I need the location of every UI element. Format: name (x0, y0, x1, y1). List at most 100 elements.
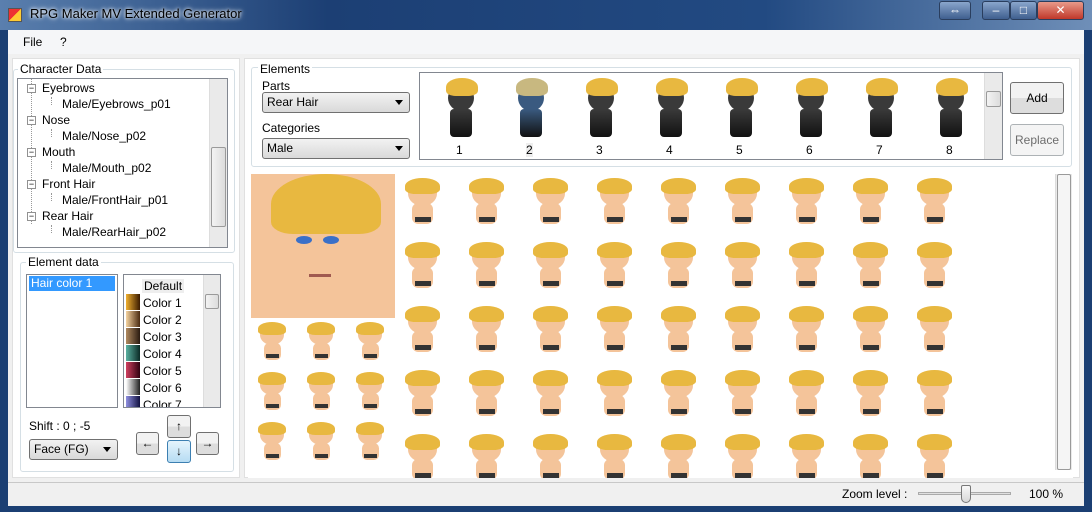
hair-icon (726, 78, 758, 96)
preview-scrollbar[interactable] (1055, 174, 1072, 470)
color-item[interactable]: Color 4 (143, 347, 182, 361)
thumbnail-body[interactable] (520, 109, 542, 137)
chevron-down-icon (395, 100, 403, 105)
thumbnail-body[interactable] (940, 109, 962, 137)
sprite-shorts (414, 345, 431, 350)
element-list[interactable]: Hair color 1 (26, 274, 118, 408)
tree-line (51, 193, 52, 201)
color-item[interactable]: Color 7 (143, 398, 182, 407)
sprite-hair (469, 370, 504, 387)
tree-node-nose[interactable]: Nose (42, 113, 70, 127)
categories-select-value: Male (267, 141, 294, 155)
minimize-button[interactable]: – (982, 1, 1010, 20)
close-button[interactable]: ✕ (1037, 1, 1084, 20)
collapse-icon[interactable]: − (27, 116, 36, 125)
color-item[interactable]: Color 6 (143, 381, 182, 395)
thumbnail-strip[interactable]: 1 2 3 4 5 6 7 8 (419, 72, 1003, 160)
thumbnail-body[interactable] (450, 109, 472, 137)
collapse-icon[interactable]: − (27, 148, 36, 157)
tree-leaf[interactable]: Male/Eyebrows_p01 (62, 97, 171, 111)
thumbnail-label[interactable]: 2 (526, 143, 533, 157)
elements-label: Elements (258, 62, 313, 76)
thumbnail-label[interactable]: 7 (876, 143, 883, 157)
color-swatch (126, 362, 140, 378)
shift-right-button[interactable]: → (196, 432, 219, 455)
sprite-shorts (926, 345, 943, 350)
categories-select[interactable]: Male (262, 138, 410, 159)
collapse-icon[interactable]: − (27, 84, 36, 93)
sprite-shorts (798, 345, 815, 350)
thumbnail-label[interactable]: 4 (666, 143, 673, 157)
color-item[interactable]: Color 5 (143, 364, 182, 378)
shift-down-button[interactable]: ↓ (167, 440, 191, 463)
resize-button[interactable]: ⇔ (939, 1, 971, 20)
sprite-hair (917, 434, 952, 451)
sprite-hair (355, 422, 385, 436)
app-icon (8, 8, 22, 22)
tree-line (51, 161, 52, 169)
sprite-shorts (314, 404, 328, 409)
zoom-value: 100 % (1029, 487, 1064, 501)
sprite-hair (597, 306, 632, 323)
layer-select[interactable]: Face (FG) (29, 439, 118, 460)
collapse-icon[interactable]: − (27, 180, 36, 189)
element-list-item[interactable]: Hair color 1 (29, 276, 115, 291)
hair-icon (796, 78, 828, 96)
zoom-slider[interactable] (918, 485, 1011, 503)
tree-node-mouth[interactable]: Mouth (42, 145, 75, 159)
tree-node-rear-hair[interactable]: Rear Hair (42, 209, 93, 223)
tree-node-front-hair[interactable]: Front Hair (42, 177, 95, 191)
tree-leaf[interactable]: Male/Nose_p02 (62, 129, 146, 143)
sprite-shorts (363, 354, 377, 359)
color-item[interactable]: Color 3 (143, 330, 182, 344)
thumbnail-label[interactable]: 1 (456, 143, 463, 157)
thumbnail-scrollbar[interactable] (984, 73, 1002, 159)
sprite-shorts (478, 281, 495, 286)
sprite-shorts (542, 217, 559, 222)
tree-leaf[interactable]: Male/FrontHair_p01 (62, 193, 168, 207)
sprite-shorts (734, 345, 751, 350)
thumbnail-body[interactable] (870, 109, 892, 137)
thumbnail-label[interactable]: 3 (596, 143, 603, 157)
tree-line (51, 225, 52, 233)
thumbnail-label[interactable]: 6 (806, 143, 813, 157)
collapse-icon[interactable]: − (27, 212, 36, 221)
tree-node-eyebrows[interactable]: Eyebrows (42, 81, 95, 95)
tree-leaf[interactable]: Male/Mouth_p02 (62, 161, 151, 175)
thumbnail-body[interactable] (590, 109, 612, 137)
parts-select[interactable]: Rear Hair (262, 92, 410, 113)
thumbnail-body[interactable] (730, 109, 752, 137)
color-item[interactable]: Default (142, 279, 185, 293)
sprite-hair (355, 322, 385, 336)
add-button[interactable]: Add (1010, 82, 1064, 114)
zoom-slider-thumb[interactable] (960, 485, 971, 503)
sprite-shorts (862, 281, 879, 286)
tree-scrollbar[interactable] (209, 79, 227, 247)
color-swatch (126, 311, 140, 327)
sprite-shorts (414, 473, 431, 478)
shift-up-button[interactable]: ↑ (167, 415, 191, 438)
character-tree[interactable]: − Eyebrows Male/Eyebrows_p01− Nose Male/Nose… (17, 78, 228, 248)
shift-left-button[interactable]: ← (136, 432, 159, 455)
sprite-shorts (542, 409, 559, 414)
sprite-shorts (862, 473, 879, 478)
menu-help[interactable]: ? (60, 35, 67, 49)
color-list-scrollbar[interactable] (203, 275, 220, 407)
sprite-shorts (670, 217, 687, 222)
sprite-hair (597, 370, 632, 387)
sprite-hair (917, 370, 952, 387)
categories-label: Categories (262, 121, 321, 135)
color-item[interactable]: Color 2 (143, 313, 182, 327)
color-list[interactable]: Default Color 1 Color 2 Color 3 Color 4 Color… (123, 274, 221, 408)
thumbnail-label[interactable]: 8 (946, 143, 953, 157)
thumbnail-label[interactable]: 5 (736, 143, 743, 157)
sprite-hair (725, 434, 760, 451)
thumbnail-body[interactable] (800, 109, 822, 137)
menu-file[interactable]: File (23, 35, 42, 49)
tree-leaf[interactable]: Male/RearHair_p02 (62, 225, 166, 239)
parts-label: Parts (262, 79, 291, 93)
color-item[interactable]: Color 1 (143, 296, 182, 310)
thumbnail-body[interactable] (660, 109, 682, 137)
sprite-shorts (862, 345, 879, 350)
maximize-button[interactable]: □ (1010, 1, 1037, 20)
